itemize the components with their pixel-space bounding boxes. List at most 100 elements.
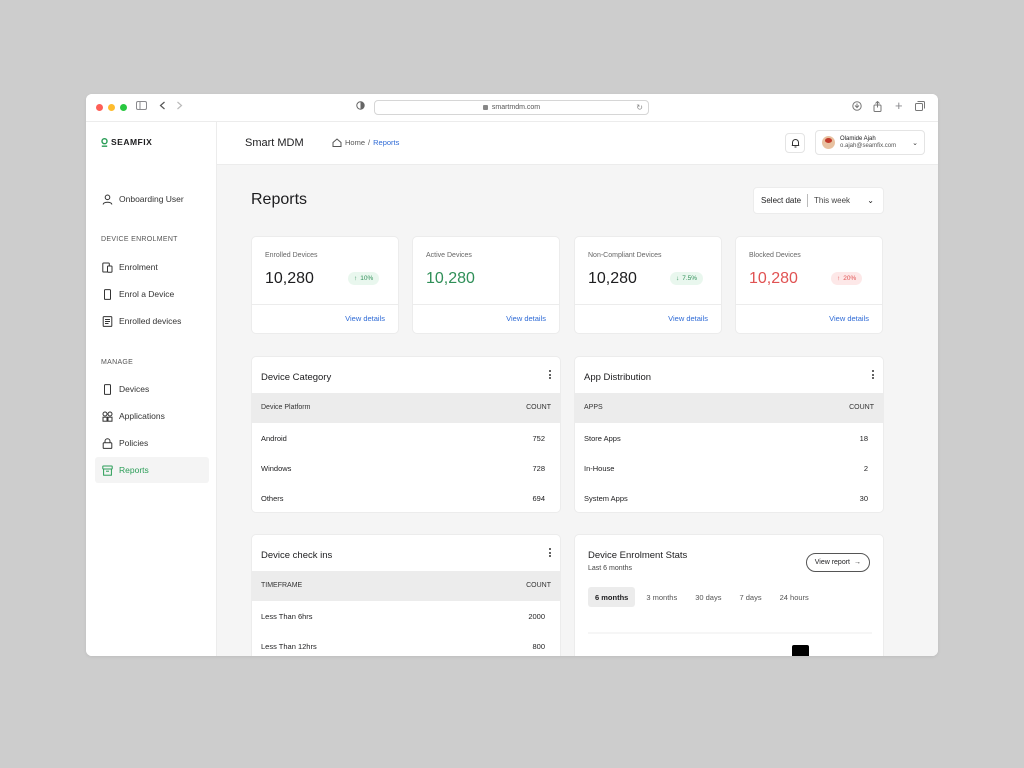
phone-icon bbox=[104, 288, 111, 300]
apps-grid-icon bbox=[102, 411, 113, 422]
address-bar[interactable]: smartmdm.com ↻ bbox=[374, 100, 649, 115]
date-select-label: Select date bbox=[761, 196, 802, 205]
column-header: Device Platform bbox=[261, 404, 311, 411]
privacy-shield-icon[interactable] bbox=[356, 101, 365, 115]
date-select-dropdown[interactable]: Select date This week ⌄ bbox=[753, 187, 884, 214]
stat-label: Non-Compliant Devices bbox=[588, 252, 662, 259]
tab-24-hours[interactable]: 24 hours bbox=[773, 587, 816, 607]
sidebar-item-applications[interactable]: Applications bbox=[95, 403, 209, 429]
column-header: TIMEFRAME bbox=[261, 582, 303, 589]
divider bbox=[575, 304, 721, 305]
table-cell: 2000 bbox=[528, 612, 545, 621]
card-title: App Distribution bbox=[584, 372, 652, 383]
arrow-up-icon: ↑ bbox=[354, 275, 358, 282]
notifications-button[interactable] bbox=[785, 133, 805, 153]
sidebar-item-enrolled-devices[interactable]: Enrolled devices bbox=[95, 308, 209, 334]
table-cell: In-House bbox=[584, 464, 615, 473]
table-cell: 728 bbox=[532, 464, 545, 473]
back-arrow-icon[interactable] bbox=[159, 101, 166, 115]
sidebar-item-label: Onboarding User bbox=[119, 194, 184, 204]
divider bbox=[252, 304, 398, 305]
tab-overview-icon[interactable] bbox=[915, 101, 925, 116]
breadcrumb-home[interactable]: Home bbox=[345, 138, 365, 147]
more-options-icon[interactable] bbox=[549, 548, 551, 557]
table-row: Less Than 6hrs 2000 bbox=[252, 601, 560, 631]
tab-30-days[interactable]: 30 days bbox=[688, 587, 728, 607]
sidebar-item-label: Policies bbox=[119, 438, 149, 448]
table-row: System Apps 30 bbox=[575, 483, 883, 512]
stat-label: Blocked Devices bbox=[749, 252, 801, 259]
download-icon[interactable] bbox=[852, 101, 862, 116]
table-header: TIMEFRAME COUNT bbox=[252, 571, 560, 601]
stat-label: Active Devices bbox=[426, 252, 472, 259]
forward-arrow-icon[interactable] bbox=[176, 101, 183, 115]
browser-toolbar: smartmdm.com ↻ + bbox=[86, 94, 938, 122]
reload-icon[interactable]: ↻ bbox=[636, 103, 643, 112]
trend-badge: ↑ 10% bbox=[348, 272, 380, 285]
seamfix-logo[interactable]: SEAMFIX bbox=[101, 137, 152, 147]
more-options-icon[interactable] bbox=[872, 370, 874, 379]
user-email: o.ajah@seamfix.com bbox=[840, 143, 897, 149]
user-name: Olamide Ajah bbox=[840, 136, 876, 142]
tab-7-days[interactable]: 7 days bbox=[732, 587, 768, 607]
trend-value: 10% bbox=[360, 275, 374, 282]
sidebar-item-reports[interactable]: Reports bbox=[95, 457, 209, 483]
location-pin-icon bbox=[101, 137, 108, 147]
table-cell: Windows bbox=[261, 464, 292, 473]
sidebar-toggle-icon[interactable] bbox=[136, 101, 147, 115]
view-details-link[interactable]: View details bbox=[345, 314, 385, 323]
trend-badge: ↓ 7.5% bbox=[670, 272, 704, 285]
new-tab-icon[interactable]: + bbox=[895, 99, 903, 113]
sidebar-item-enrol-a-device[interactable]: Enrol a Device bbox=[95, 281, 209, 307]
minimize-window-button[interactable] bbox=[108, 104, 115, 111]
table-row: Less Than 12hrs 800 bbox=[252, 631, 560, 656]
stat-value: 10,280 bbox=[588, 270, 637, 287]
card-subtitle: Last 6 months bbox=[588, 565, 632, 572]
window-controls bbox=[96, 104, 127, 111]
view-details-link[interactable]: View details bbox=[668, 314, 708, 323]
tab-6-months[interactable]: 6 months bbox=[588, 587, 636, 607]
device-category-card: Device Category Device Platform COUNT An… bbox=[251, 356, 561, 513]
main-content: Smart MDM Home / Reports Olamide Ajah o.… bbox=[217, 122, 938, 656]
sidebar-item-onboarding-user[interactable]: Onboarding User bbox=[95, 186, 209, 212]
lock-icon bbox=[482, 105, 488, 110]
home-icon[interactable] bbox=[332, 138, 342, 147]
table-cell: 694 bbox=[532, 494, 545, 503]
brand-name: SEAMFIX bbox=[111, 137, 153, 147]
more-options-icon[interactable] bbox=[549, 370, 551, 379]
card-title: Device Enrolment Stats bbox=[588, 550, 688, 561]
table-row: Android 752 bbox=[252, 423, 560, 453]
trend-value: 7.5% bbox=[682, 275, 698, 282]
chart-bar bbox=[792, 645, 809, 656]
zoom-window-button[interactable] bbox=[120, 104, 127, 111]
close-window-button[interactable] bbox=[96, 104, 103, 111]
sidebar-item-label: Devices bbox=[119, 384, 150, 394]
table-cell: 18 bbox=[859, 434, 868, 443]
table-cell: Less Than 12hrs bbox=[261, 642, 317, 651]
view-details-link[interactable]: View details bbox=[829, 314, 869, 323]
table-cell: 752 bbox=[532, 434, 545, 443]
tab-3-months[interactable]: 3 months bbox=[639, 587, 684, 607]
stat-card-enrolled-devices: Enrolled Devices 10,280 ↑ 10% View detail… bbox=[251, 236, 399, 334]
stat-value: 10,280 bbox=[265, 270, 314, 287]
view-details-link[interactable]: View details bbox=[506, 314, 546, 323]
arrow-right-icon: → bbox=[854, 559, 861, 566]
view-report-button[interactable]: View report → bbox=[805, 553, 870, 572]
view-report-label: View report bbox=[814, 559, 850, 566]
share-icon[interactable] bbox=[873, 100, 882, 117]
top-bar: Smart MDM Home / Reports Olamide Ajah o.… bbox=[217, 122, 938, 165]
table-cell: Less Than 6hrs bbox=[261, 612, 313, 621]
card-title: Device check ins bbox=[261, 550, 333, 561]
column-header: COUNT bbox=[526, 582, 551, 589]
breadcrumb: Home / Reports bbox=[332, 138, 399, 147]
user-menu[interactable]: Olamide Ajah o.ajah@seamfix.com ⌄ bbox=[815, 130, 925, 155]
sidebar-item-enrolment[interactable]: Enrolment bbox=[95, 254, 209, 280]
chevron-down-icon: ⌄ bbox=[912, 140, 918, 147]
lock-icon bbox=[102, 437, 113, 449]
sidebar-item-policies[interactable]: Policies bbox=[95, 430, 209, 456]
sidebar-item-devices[interactable]: Devices bbox=[95, 376, 209, 402]
archive-box-icon bbox=[102, 465, 113, 476]
stat-value: 10,280 bbox=[426, 270, 475, 287]
avatar bbox=[822, 136, 835, 149]
table-cell: 30 bbox=[859, 494, 868, 503]
